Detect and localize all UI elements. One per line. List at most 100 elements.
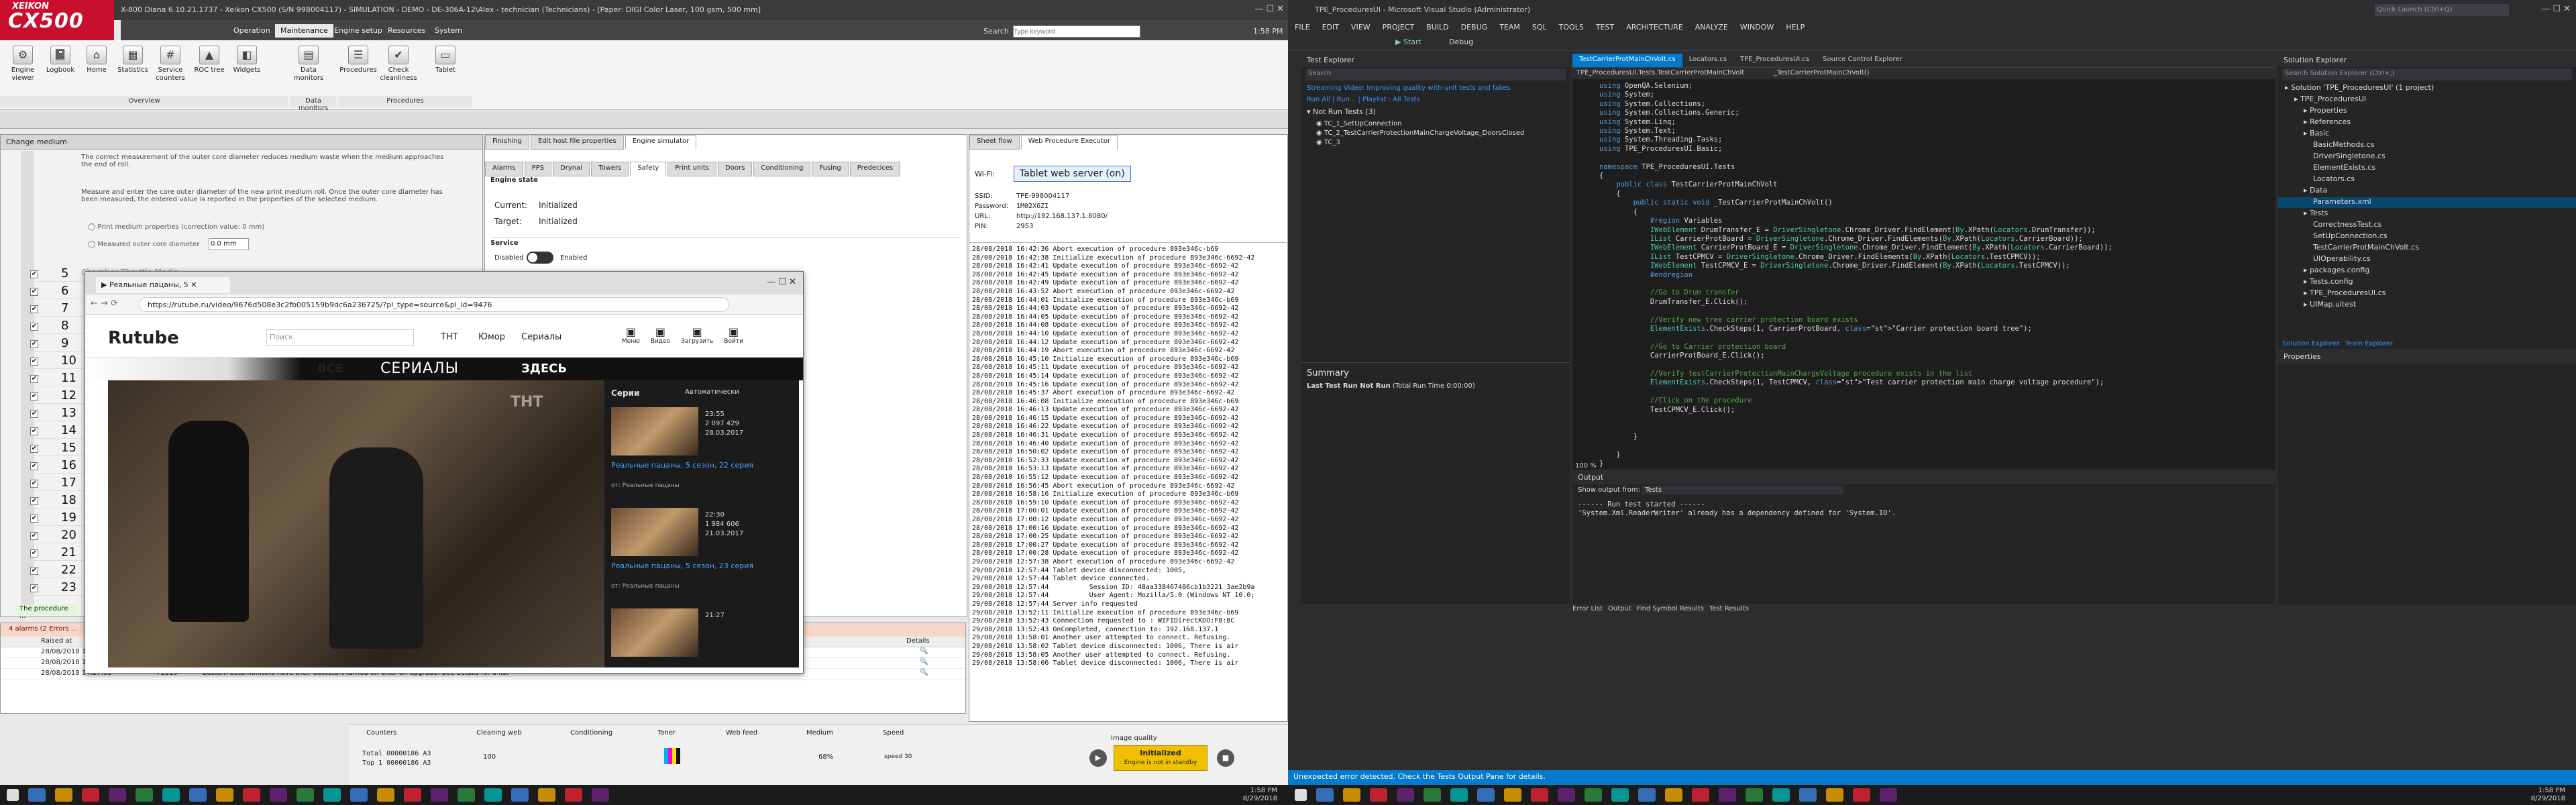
rutube-Загрузить-icon[interactable]: ▣ Загрузить bbox=[681, 325, 713, 345]
test-search[interactable]: Search bbox=[1305, 68, 1566, 80]
tablet-server-button[interactable]: Tablet web server (on) bbox=[1014, 166, 1131, 182]
ribbon-home-button[interactable]: ⌂ Home bbox=[78, 46, 115, 74]
taskbar-app-icon[interactable] bbox=[1746, 788, 1763, 802]
solution-item[interactable]: Locators.cs bbox=[2278, 174, 2355, 185]
menu-system[interactable]: System bbox=[429, 24, 468, 38]
sim-tab-alarms[interactable]: Alarms bbox=[485, 162, 523, 176]
ribbon-service-counters-button[interactable]: # Service counters bbox=[152, 46, 189, 83]
taskbar-app-icon[interactable] bbox=[1611, 788, 1629, 802]
toner-icon[interactable] bbox=[664, 748, 680, 764]
vs-menu-project[interactable]: PROJECT bbox=[1383, 23, 1415, 32]
taskbar-app-icon[interactable] bbox=[1397, 788, 1414, 802]
episode-title[interactable]: Реальные пацаны, 5 сезон, 22 серия bbox=[611, 461, 772, 470]
ribbon-logbook-button[interactable]: 📓 Logbook bbox=[42, 46, 79, 74]
bottom-tab[interactable]: Test Results bbox=[1709, 605, 1749, 617]
vs-menu-analyze[interactable]: ANALYZE bbox=[1695, 23, 1728, 32]
taskbar-app-icon[interactable] bbox=[82, 788, 99, 802]
row-checkbox[interactable]: ✔ bbox=[30, 286, 38, 296]
sim-tab-safety[interactable]: Safety bbox=[630, 162, 667, 176]
window-controls[interactable]: — ☐ ✕ bbox=[1254, 4, 1284, 14]
taskbar-app-icon[interactable] bbox=[1799, 788, 1817, 802]
taskbar-app-icon[interactable] bbox=[1316, 788, 1334, 802]
service-toggle[interactable] bbox=[527, 252, 553, 264]
search-input[interactable] bbox=[1013, 25, 1140, 38]
tab-engine-simulator[interactable]: Engine simulator bbox=[625, 135, 697, 150]
video-player[interactable]: ТНТ bbox=[108, 380, 604, 667]
taskbar-app-icon[interactable] bbox=[243, 788, 260, 802]
solution-item[interactable]: ▸ packages.config bbox=[2278, 266, 2369, 276]
row-checkbox[interactable]: ✔ bbox=[30, 531, 38, 540]
tab-web-procedure-executor[interactable]: Web Procedure Executor bbox=[1020, 135, 1118, 150]
row-checkbox[interactable]: ✔ bbox=[30, 374, 38, 383]
taskbar-app-icon[interactable] bbox=[431, 788, 448, 802]
taskbar-app-icon[interactable] bbox=[1638, 788, 1656, 802]
row-checkbox[interactable]: ✔ bbox=[30, 356, 38, 366]
sim-tab-fusing[interactable]: Fusing bbox=[812, 162, 849, 176]
url-field[interactable]: https://rutube.ru/video/9676d508e3c2fb00… bbox=[139, 297, 729, 312]
ribbon-statistics-button[interactable]: ▦ Statistics bbox=[114, 46, 152, 74]
rutube-nav-tnt[interactable]: ТНТ bbox=[441, 332, 458, 342]
episode-thumbnail[interactable] bbox=[611, 407, 698, 455]
rutube-nav-humor[interactable]: Юмор bbox=[478, 332, 505, 342]
tab-finishing[interactable]: Finishing bbox=[485, 135, 529, 150]
bottom-tab[interactable]: Error List bbox=[1572, 605, 1603, 617]
row-checkbox[interactable]: ✔ bbox=[30, 269, 38, 278]
taskbar-app-icon[interactable] bbox=[484, 788, 502, 802]
taskbar-app-icon[interactable] bbox=[404, 788, 421, 802]
taskbar-app-icon[interactable] bbox=[1585, 788, 1602, 802]
row-checkbox[interactable]: ✔ bbox=[30, 321, 38, 331]
solution-item[interactable]: ▸ Tests.config bbox=[2278, 277, 2353, 288]
taskbar-app-icon[interactable] bbox=[565, 788, 582, 802]
sim-tab-drynai[interactable]: Drynai bbox=[553, 162, 590, 176]
details-icon[interactable]: 🔍 bbox=[920, 658, 928, 665]
taskbar-app-icon[interactable] bbox=[162, 788, 180, 802]
taskbar-app-icon[interactable] bbox=[350, 788, 368, 802]
start-icon[interactable] bbox=[1295, 789, 1307, 801]
solution-item[interactable]: ▸ Data bbox=[2278, 186, 2327, 197]
row-checkbox[interactable]: ✔ bbox=[30, 409, 38, 418]
row-checkbox[interactable]: ✔ bbox=[30, 461, 38, 470]
solution-item[interactable]: DriverSingletone.cs bbox=[2278, 152, 2385, 162]
rutube-banner[interactable]: ВСЕ СЕРИАЛЫ ЗДЕСЬ bbox=[85, 358, 803, 380]
sim-tab-doors[interactable]: Doors bbox=[718, 162, 753, 176]
vs-menu-help[interactable]: HELP bbox=[1786, 23, 1805, 32]
vs-menu-file[interactable]: FILE bbox=[1295, 23, 1310, 32]
episode-thumbnail[interactable] bbox=[611, 508, 698, 556]
promo-link[interactable]: Streaming Video: Improving quality with … bbox=[1307, 85, 1564, 92]
taskbar-app-icon[interactable] bbox=[55, 788, 72, 802]
editor-tab[interactable]: TPE_ProceduresUI.cs bbox=[1733, 54, 1816, 67]
editor-tab[interactable]: TestCarrierProtMainChVolt.cs bbox=[1572, 54, 1682, 67]
solution-item[interactable]: UIOperability.cs bbox=[2278, 254, 2371, 265]
sim-tab-conditioning[interactable]: Conditioning bbox=[753, 162, 811, 176]
rutube-nav-series[interactable]: Сериалы bbox=[521, 332, 561, 342]
option-measured[interactable]: ◯ Measured outer core diameter bbox=[88, 241, 199, 248]
not-run-group[interactable]: ▾ Not Run Tests (3) bbox=[1307, 107, 1564, 116]
quick-launch[interactable]: Quick Launch (Ctrl+Q) bbox=[2375, 4, 2509, 16]
ribbon-widgets-button[interactable]: ◧ Widgets bbox=[228, 46, 266, 74]
taskbar-app-icon[interactable] bbox=[1504, 788, 1521, 802]
taskbar-app-icon[interactable] bbox=[1477, 788, 1495, 802]
rutube-search[interactable]: Поиск bbox=[266, 329, 414, 345]
row-checkbox[interactable]: ✔ bbox=[30, 443, 38, 453]
vs-menu-sql[interactable]: SQL bbox=[1532, 23, 1547, 32]
taskbar-app-icon[interactable] bbox=[538, 788, 555, 802]
code-text[interactable]: using OpenQA.Selenium; using System; using… bbox=[1572, 79, 2275, 468]
taskbar-app-icon[interactable] bbox=[592, 788, 609, 802]
taskbar-app-icon[interactable] bbox=[28, 788, 46, 802]
row-checkbox[interactable]: ✔ bbox=[30, 583, 38, 592]
sim-tab-pps[interactable]: PPS bbox=[524, 162, 552, 176]
solution-item[interactable]: ▸ UIMap.uitest bbox=[2278, 300, 2356, 311]
rutube-Войти-icon[interactable]: ▣ Войти bbox=[724, 325, 743, 345]
stop-icon[interactable]: ■ bbox=[1217, 749, 1234, 767]
solution-search[interactable]: Search Solution Explorer (Ctrl+;) bbox=[2282, 68, 2572, 80]
solution-item[interactable]: ▸ Properties bbox=[2278, 106, 2347, 117]
taskbar-app-icon[interactable] bbox=[458, 788, 475, 802]
taskbar-app-icon[interactable] bbox=[1880, 788, 1897, 802]
nav-class[interactable]: TPE_ProceduresUI.Tests.TestCarrierProtMa… bbox=[1576, 69, 1744, 76]
browser-tab[interactable]: ▶ Реальные пацаны, 5 ✕ bbox=[96, 277, 230, 293]
autoplay-label[interactable]: Автоматически bbox=[685, 388, 739, 396]
vs-menu-build[interactable]: BUILD bbox=[1426, 23, 1448, 32]
taskbar-app-icon[interactable] bbox=[270, 788, 287, 802]
sim-tab-predecices[interactable]: Predecices bbox=[849, 162, 901, 176]
solution-item[interactable]: SetUpConnection.cs bbox=[2278, 231, 2387, 242]
